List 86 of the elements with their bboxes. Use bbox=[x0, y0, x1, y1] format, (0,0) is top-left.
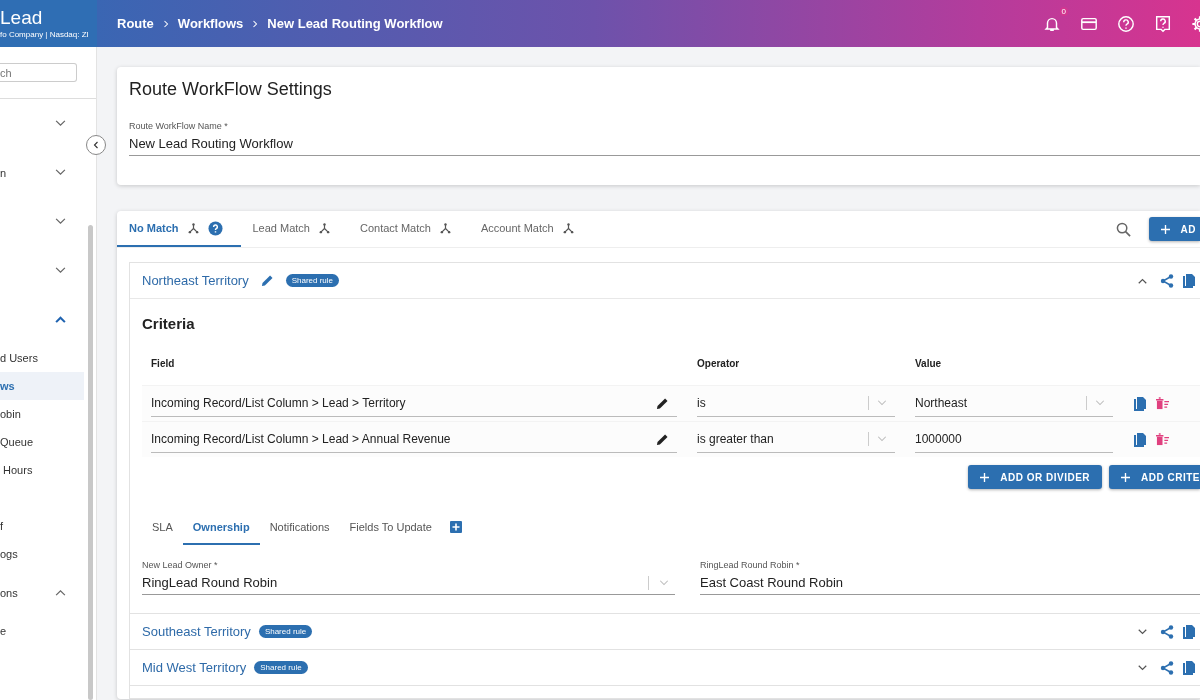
breadcrumb-separator-icon bbox=[252, 19, 259, 28]
value-input[interactable]: 1000000 bbox=[915, 426, 1113, 453]
column-header: Field bbox=[151, 358, 176, 369]
chevron-icon[interactable] bbox=[55, 589, 66, 596]
copy-icon[interactable] bbox=[1133, 432, 1147, 447]
add-criteria-button[interactable]: ADD CRITE bbox=[1109, 465, 1200, 489]
share-icon[interactable] bbox=[1160, 624, 1174, 639]
sidebar-item[interactable]: d Users bbox=[0, 344, 84, 372]
chevron-icon[interactable] bbox=[1138, 664, 1147, 671]
branch-icon bbox=[439, 222, 451, 234]
match-tab[interactable]: Contact Match bbox=[348, 211, 469, 247]
chevron-icon[interactable] bbox=[1138, 628, 1147, 635]
chevron-icon[interactable] bbox=[55, 316, 66, 323]
copy-icon[interactable] bbox=[1182, 273, 1196, 288]
plus-icon bbox=[1121, 472, 1131, 482]
copy-icon[interactable] bbox=[1182, 660, 1196, 675]
chevron-icon[interactable] bbox=[55, 267, 66, 274]
help-bubble-icon[interactable] bbox=[1154, 14, 1172, 33]
section-tab[interactable]: Fields To Update bbox=[339, 509, 442, 545]
share-icon[interactable] bbox=[1160, 273, 1174, 288]
match-tab[interactable]: No Match bbox=[117, 211, 241, 247]
section-tab[interactable]: SLA bbox=[142, 509, 183, 545]
shared-rule-badge: Shared rule bbox=[254, 661, 308, 674]
rule-name[interactable]: Mid West Territory bbox=[142, 660, 247, 675]
brand-tagline: fo Company | Nasdaq: ZI bbox=[0, 30, 90, 39]
brand-name: Lead bbox=[0, 8, 44, 28]
breadcrumb-link[interactable]: Workflows bbox=[177, 16, 244, 31]
sidebar-item[interactable]: ogs bbox=[0, 540, 84, 568]
rule-name[interactable]: Southeast Territory bbox=[142, 624, 251, 639]
chevron-icon[interactable] bbox=[55, 218, 66, 225]
scrollbar[interactable] bbox=[88, 225, 93, 700]
pencil-icon[interactable] bbox=[656, 432, 669, 446]
match-tab[interactable]: Account Match bbox=[468, 211, 592, 247]
help-icon[interactable] bbox=[207, 220, 223, 236]
sidebar-item[interactable]: e bbox=[0, 617, 84, 645]
criteria-heading: Criteria bbox=[142, 315, 196, 332]
card-title: Route WorkFlow Settings bbox=[129, 79, 333, 100]
chevron-left-icon bbox=[93, 141, 99, 149]
sidebar-item[interactable]: ws bbox=[0, 372, 84, 400]
delete-icon[interactable] bbox=[1155, 397, 1170, 410]
sidebar-item[interactable]: f bbox=[0, 512, 84, 540]
collapse-button[interactable] bbox=[86, 135, 106, 155]
sidebar-group[interactable]: ons bbox=[0, 586, 18, 599]
rule-name[interactable]: Northeast Territory bbox=[142, 273, 249, 288]
plus-icon bbox=[980, 472, 990, 482]
branch-icon bbox=[187, 222, 199, 234]
round-robin-field[interactable]: RingLead Round Robin * East Coast Round Robin bbox=[700, 560, 1200, 595]
chevron-icon[interactable] bbox=[1138, 277, 1147, 284]
copy-icon[interactable] bbox=[1182, 624, 1196, 639]
chevron-icon[interactable] bbox=[55, 169, 66, 176]
delete-icon[interactable] bbox=[1155, 433, 1170, 446]
share-icon[interactable] bbox=[1160, 660, 1174, 675]
field-input[interactable]: Incoming Record/List Column > Lead > Annual Revenue bbox=[151, 426, 677, 453]
match-tab[interactable]: Lead Match bbox=[240, 211, 348, 247]
chevron-icon[interactable] bbox=[55, 120, 66, 127]
search-icon[interactable] bbox=[1115, 221, 1131, 237]
owner-select[interactable]: New Lead Owner * RingLead Round Robin bbox=[142, 560, 675, 595]
plus-icon bbox=[1160, 224, 1170, 234]
breadcrumb-link[interactable]: New Lead Routing Workflow bbox=[267, 16, 443, 31]
section-tab[interactable]: Ownership bbox=[182, 509, 260, 545]
field-input[interactable]: Incoming Record/List Column > Lead > Territory bbox=[151, 390, 677, 417]
sidebar-item[interactable]: Hours bbox=[0, 456, 84, 484]
breadcrumb-separator-icon bbox=[162, 19, 169, 28]
notification-count: 0 bbox=[1059, 6, 1068, 16]
sidebar-item[interactable]: obin bbox=[0, 400, 84, 428]
section-tab[interactable]: Notifications bbox=[259, 509, 340, 545]
shared-rule-badge: Shared rule bbox=[285, 274, 340, 287]
workflow-name-field[interactable]: Route WorkFlow Name * New Lead Routing Workflow bbox=[129, 121, 1200, 156]
branch-icon bbox=[562, 222, 574, 234]
add-criteria-button[interactable]: ADD OR DIVIDER bbox=[968, 465, 1103, 489]
shared-rule-badge: Shared rule bbox=[258, 625, 313, 638]
value-select[interactable]: Northeast bbox=[915, 390, 1113, 417]
sidebar-group[interactable]: n bbox=[0, 166, 7, 179]
branch-icon bbox=[319, 222, 330, 234]
copy-icon[interactable] bbox=[1133, 396, 1147, 411]
column-header: Value bbox=[915, 358, 943, 369]
column-header: Operator bbox=[697, 358, 741, 369]
add-tab-icon[interactable] bbox=[449, 521, 462, 533]
operator-select[interactable]: is bbox=[697, 390, 895, 417]
operator-select[interactable]: is greater than bbox=[697, 426, 895, 453]
search-field[interactable]: ch bbox=[0, 63, 77, 82]
sidebar-item[interactable]: Queue bbox=[0, 428, 84, 456]
breadcrumb-link[interactable]: Route bbox=[117, 16, 154, 31]
pencil-icon[interactable] bbox=[656, 396, 669, 410]
add-button[interactable]: AD bbox=[1148, 217, 1200, 241]
help-icon[interactable] bbox=[1117, 14, 1135, 33]
